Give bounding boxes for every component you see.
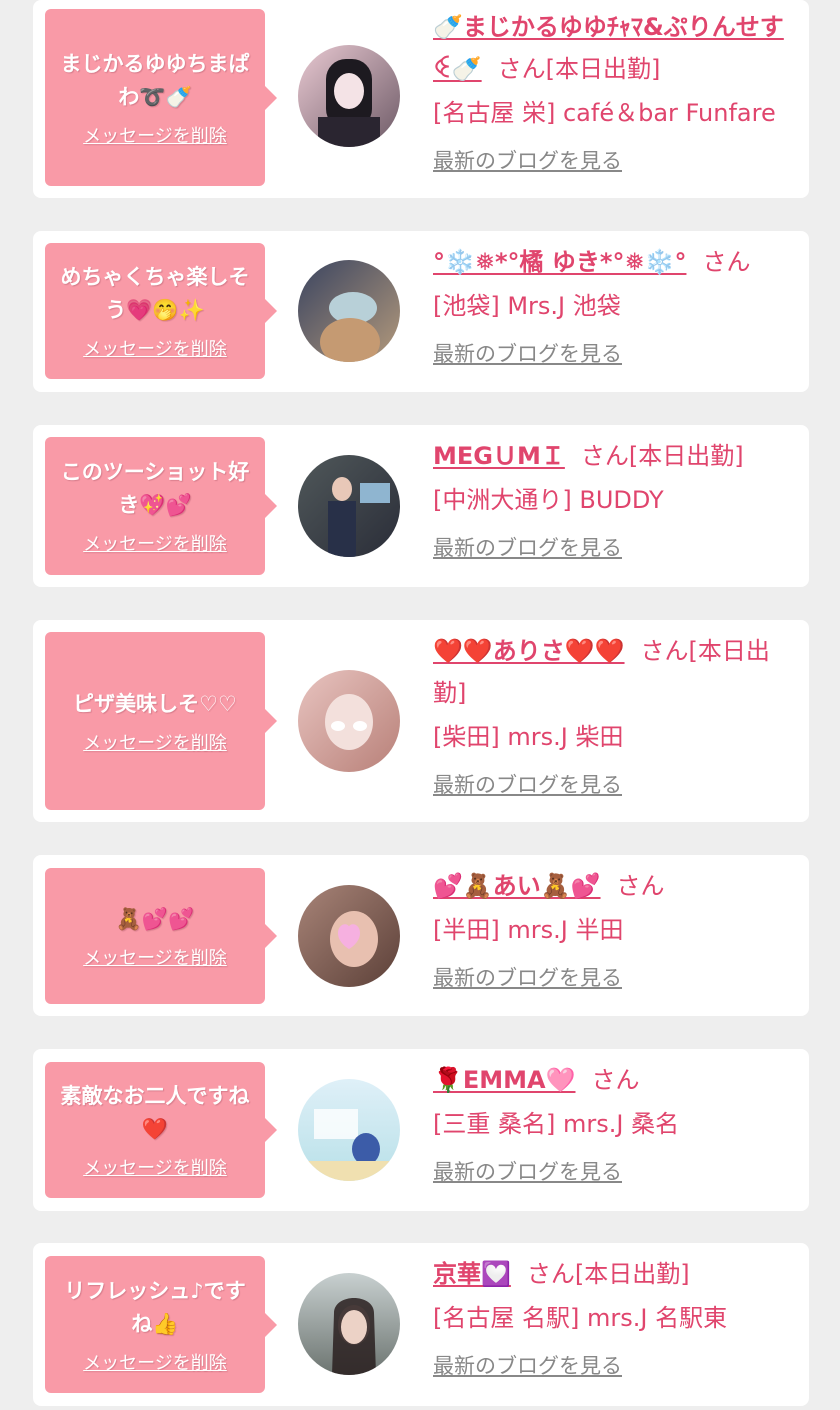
cast-avatar[interactable] bbox=[298, 1079, 400, 1181]
message-text: 🧸💕💕 bbox=[115, 906, 195, 931]
cast-name-link[interactable]: 🌹EMMA🩷 bbox=[433, 1066, 576, 1094]
cast-info: 🍼まじかるゆゆﾁｬﾏ&ぷりんせすꒊ🍼 さん[本日出勤] [名古屋 栄] café＆… bbox=[433, 6, 801, 176]
cast-info: MEGＵMＩ さん[本日出勤] [中洲大通り] BUDDY 最新のブログを見る bbox=[433, 435, 801, 563]
latest-blog-link[interactable]: 最新のブログを見る bbox=[433, 963, 622, 993]
shop-name: [名古屋 名駅] mrs.J 名駅東 bbox=[433, 1304, 728, 1332]
message-card: 素敵なお二人ですね❤️ メッセージを削除 🌹EMMA🩷 さん [三重 桑名] mr… bbox=[33, 1049, 809, 1211]
latest-blog-link[interactable]: 最新のブログを見る bbox=[433, 1351, 622, 1381]
message-card: まじかるゆゆちまぱわ➰🍼 メッセージを削除 🍼まじかるゆゆﾁｬﾏ&ぷりんせすꒊ🍼… bbox=[33, 0, 809, 198]
message-card: めちゃくちゃ楽しそう💗🤭✨ メッセージを削除 °❄️❅*°橘 ゆき*°❅❄️° さ… bbox=[33, 231, 809, 392]
cast-name-link[interactable]: 京華💟 bbox=[433, 1260, 511, 1288]
cast-name-line: 🍼まじかるゆゆﾁｬﾏ&ぷりんせすꒊ🍼 さん[本日出勤] bbox=[433, 6, 801, 90]
cast-avatar[interactable] bbox=[298, 1273, 400, 1375]
latest-blog-link[interactable]: 最新のブログを見る bbox=[433, 770, 622, 800]
message-list: まじかるゆゆちまぱわ➰🍼 メッセージを削除 🍼まじかるゆゆﾁｬﾏ&ぷりんせすꒊ🍼… bbox=[0, 0, 840, 1410]
delete-message-link[interactable]: メッセージを削除 bbox=[83, 122, 227, 148]
cast-name-suffix: さん bbox=[591, 1066, 640, 1094]
shop-name: [柴田] mrs.J 柴田 bbox=[433, 723, 624, 751]
delete-message-link[interactable]: メッセージを削除 bbox=[83, 530, 227, 556]
message-text: リフレッシュ♪ですね👍 bbox=[64, 1278, 246, 1336]
cast-name-line: MEGＵMＩ さん[本日出勤] bbox=[433, 435, 801, 477]
cast-name-suffix: さん[本日出勤] bbox=[497, 55, 661, 83]
message-text: めちゃくちゃ楽しそう💗🤭✨ bbox=[60, 265, 250, 322]
message-card: 🧸💕💕 メッセージを削除 💕🧸あい🧸💕 さん [半田] mrs.J 半田 最新のブ… bbox=[33, 855, 809, 1016]
cast-name-line: 🌹EMMA🩷 さん bbox=[433, 1059, 801, 1101]
delete-message-link[interactable]: メッセージを削除 bbox=[83, 335, 227, 361]
message-card: このツーショット好き💖💕 メッセージを削除 MEGＵMＩ さん[本日出勤] [中洲… bbox=[33, 425, 809, 587]
cast-info: 京華💟 さん[本日出勤] [名古屋 名駅] mrs.J 名駅東 最新のブログを見る bbox=[433, 1253, 801, 1381]
latest-blog-link[interactable]: 最新のブログを見る bbox=[433, 1157, 622, 1187]
cast-avatar[interactable] bbox=[298, 885, 400, 987]
shop-name: [池袋] Mrs.J 池袋 bbox=[433, 292, 621, 320]
latest-blog-link[interactable]: 最新のブログを見る bbox=[433, 533, 622, 563]
cast-name-link[interactable]: °❄️❅*°橘 ゆき*°❅❄️° bbox=[433, 248, 686, 276]
message-bubble: ピザ美味しそ♡♡ メッセージを削除 bbox=[45, 632, 277, 810]
message-bubble: 🧸💕💕 メッセージを削除 bbox=[45, 868, 277, 1004]
message-bubble: リフレッシュ♪ですね👍 メッセージを削除 bbox=[45, 1256, 277, 1393]
cast-info: °❄️❅*°橘 ゆき*°❅❄️° さん [池袋] Mrs.J 池袋 最新のブログを… bbox=[433, 241, 801, 369]
cast-name-suffix: さん bbox=[702, 248, 751, 276]
message-bubble: まじかるゆゆちまぱわ➰🍼 メッセージを削除 bbox=[45, 9, 277, 186]
shop-name: [半田] mrs.J 半田 bbox=[433, 916, 624, 944]
shop-name: [名古屋 栄] café＆bar Funfare bbox=[433, 99, 776, 127]
cast-avatar[interactable] bbox=[298, 455, 400, 557]
cast-name-suffix: さん[本日出勤] bbox=[526, 1260, 690, 1288]
message-card: リフレッシュ♪ですね👍 メッセージを削除 京華💟 さん[本日出勤] [名古屋 名駅… bbox=[33, 1243, 809, 1406]
cast-name-suffix: さん[本日出勤] bbox=[580, 442, 744, 470]
cast-name-link[interactable]: ❤️❤️ありさ❤️❤️ bbox=[433, 637, 625, 665]
cast-info: ❤️❤️ありさ❤️❤️ さん[本日出勤] [柴田] mrs.J 柴田 最新のブログ… bbox=[433, 630, 801, 800]
message-text: ピザ美味しそ♡♡ bbox=[73, 691, 237, 716]
delete-message-link[interactable]: メッセージを削除 bbox=[83, 944, 227, 970]
cast-name-line: 💕🧸あい🧸💕 さん bbox=[433, 865, 801, 907]
cast-name-suffix: さん bbox=[616, 872, 665, 900]
message-bubble: 素敵なお二人ですね❤️ メッセージを削除 bbox=[45, 1062, 277, 1198]
delete-message-link[interactable]: メッセージを削除 bbox=[83, 1154, 227, 1180]
message-text: 素敵なお二人ですね❤️ bbox=[60, 1084, 250, 1141]
message-text: まじかるゆゆちまぱわ➰🍼 bbox=[60, 51, 250, 109]
cast-info: 🌹EMMA🩷 さん [三重 桑名] mrs.J 桑名 最新のブログを見る bbox=[433, 1059, 801, 1187]
cast-avatar[interactable] bbox=[298, 260, 400, 362]
cast-name-line: °❄️❅*°橘 ゆき*°❅❄️° さん bbox=[433, 241, 801, 283]
latest-blog-link[interactable]: 最新のブログを見る bbox=[433, 339, 622, 369]
cast-avatar[interactable] bbox=[298, 45, 400, 147]
cast-name-link[interactable]: 💕🧸あい🧸💕 bbox=[433, 872, 601, 900]
message-bubble: めちゃくちゃ楽しそう💗🤭✨ メッセージを削除 bbox=[45, 243, 277, 379]
shop-name: [三重 桑名] mrs.J 桑名 bbox=[433, 1110, 680, 1138]
delete-message-link[interactable]: メッセージを削除 bbox=[83, 1349, 227, 1375]
message-text: このツーショット好き💖💕 bbox=[60, 460, 250, 517]
latest-blog-link[interactable]: 最新のブログを見る bbox=[433, 146, 622, 176]
cast-avatar[interactable] bbox=[298, 670, 400, 772]
cast-name-line: ❤️❤️ありさ❤️❤️ さん[本日出勤] bbox=[433, 630, 801, 714]
cast-name-link[interactable]: MEGＵMＩ bbox=[433, 442, 565, 470]
delete-message-link[interactable]: メッセージを削除 bbox=[83, 729, 227, 755]
cast-name-line: 京華💟 さん[本日出勤] bbox=[433, 1253, 801, 1295]
cast-info: 💕🧸あい🧸💕 さん [半田] mrs.J 半田 最新のブログを見る bbox=[433, 865, 801, 993]
shop-name: [中洲大通り] BUDDY bbox=[433, 486, 664, 514]
message-card: ピザ美味しそ♡♡ メッセージを削除 ❤️❤️ありさ❤️❤️ さん[本日出勤] [柴… bbox=[33, 620, 809, 822]
message-bubble: このツーショット好き💖💕 メッセージを削除 bbox=[45, 437, 277, 575]
